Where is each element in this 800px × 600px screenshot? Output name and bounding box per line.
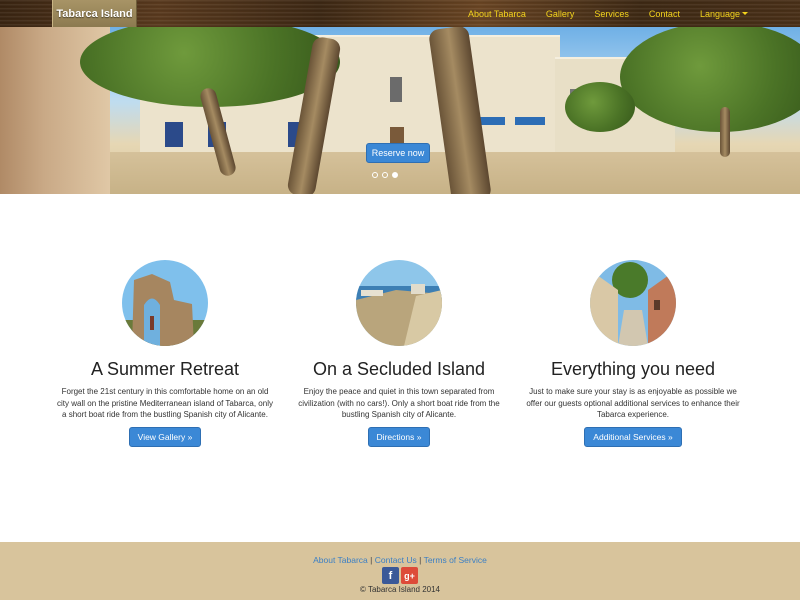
feature-title: A Summer Retreat [90,359,240,379]
nav-link-services[interactable]: Services [594,9,629,19]
feature-columns: A Summer Retreat Forget the 21st century… [48,260,752,470]
feature-image-street [590,260,676,346]
copyright-text: © Tabarca Island 2014 [359,585,441,594]
feature-description: Forget the 21st century in this comforta… [57,387,273,419]
nav-link-gallery[interactable]: Gallery [546,9,575,19]
reserve-now-button[interactable]: Reserve now [366,143,430,163]
feature-summer-retreat: A Summer Retreat Forget the 21st century… [48,260,282,470]
carousel-indicators [372,172,402,178]
hero-window [515,117,545,125]
nav-menu: About Tabarca Gallery Services Contact L… [448,0,748,27]
footer-link-about[interactable]: About Tabarca [313,555,368,565]
facebook-icon[interactable]: f [382,567,399,584]
hero-carousel: Reserve now [0,27,800,194]
feature-everything-you-need: Everything you need Just to make sure yo… [516,260,750,470]
directions-button[interactable]: Directions » [367,426,431,447]
language-label: Language [699,8,740,19]
view-gallery-button[interactable]: View Gallery » [128,426,202,447]
feature-title: On a Secluded Island [312,359,486,379]
feature-image-ruins [122,260,208,346]
carousel-indicator[interactable] [372,172,378,178]
brand-logo[interactable]: Tabarca Island [52,0,137,27]
social-links: f g+ [0,567,800,584]
nav-link-contact[interactable]: Contact [649,9,680,19]
carousel-indicator-active[interactable] [392,172,398,178]
hero-window [165,122,183,147]
feature-title: Everything you need [550,359,716,379]
additional-services-button[interactable]: Additional Services » [584,426,682,447]
caret-down-icon [742,12,748,15]
feature-description: Just to make sure your stay is as enjoya… [526,387,740,419]
language-dropdown[interactable]: Language [700,9,748,19]
feature-image-coast [356,260,442,346]
nav-link-about[interactable]: About Tabarca [468,9,526,19]
hero-tree-trunk [720,107,730,157]
google-plus-icon[interactable]: g+ [401,567,418,584]
feature-description: Enjoy the peace and quiet in this town s… [298,387,500,419]
feature-secluded-island: On a Secluded Island Enjoy the peace and… [282,260,516,470]
footer-separator: | [416,555,424,565]
footer: About Tabarca | Contact Us | Terms of Se… [0,542,800,600]
top-navbar: Tabarca Island About Tabarca Gallery Ser… [0,0,800,27]
hero-tree [565,82,635,132]
footer-links: About Tabarca | Contact Us | Terms of Se… [0,555,800,565]
hero-window [390,77,402,102]
footer-link-contact[interactable]: Contact Us [375,555,417,565]
carousel-indicator[interactable] [382,172,388,178]
footer-link-terms[interactable]: Terms of Service [424,555,487,565]
footer-separator: | [367,555,375,565]
